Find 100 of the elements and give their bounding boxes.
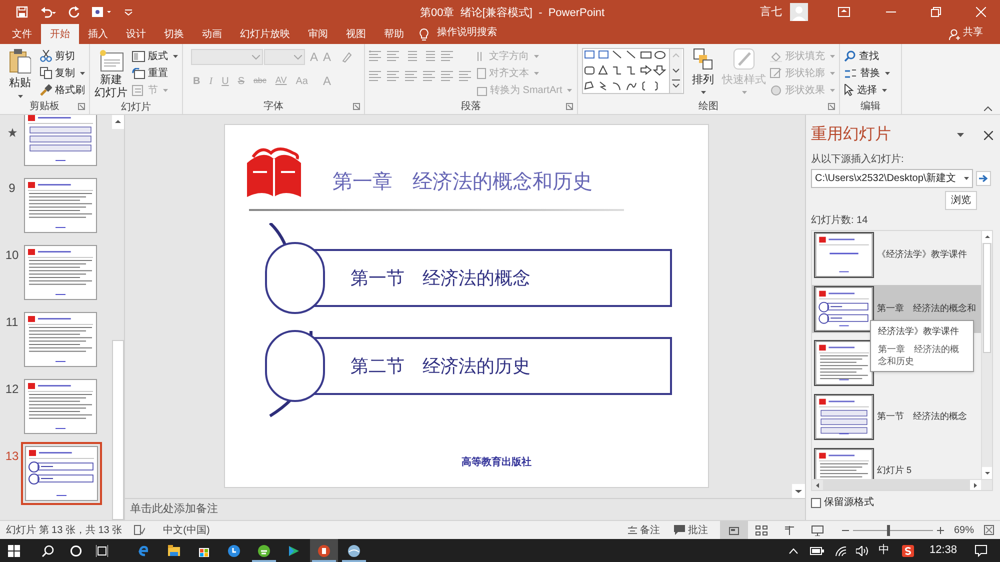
ribbon-tab[interactable]: 审阅 [299,24,337,44]
folder-icon [167,544,181,558]
arrange-button[interactable]: 排列 [688,48,718,94]
slide-thumbnail[interactable] [24,178,97,233]
new-slide-button[interactable]: 新建 幻灯片 [94,48,128,100]
slide-thumbnail[interactable] [24,245,97,300]
taskbar-app[interactable] [310,539,338,562]
scroll-right-icon[interactable] [970,480,981,490]
collapse-ribbon-icon[interactable] [984,106,992,111]
caret-icon [700,90,706,94]
group-label: 段落 [461,100,481,114]
pane-menu-icon[interactable] [957,133,964,137]
dialog-launcher-icon[interactable] [353,103,360,110]
caret-icon [534,72,539,74]
slide-thumbnail[interactable] [24,379,97,434]
zoom-level[interactable]: 69% [954,522,974,538]
ribbon-button[interactable]: 查找 [844,48,890,64]
reuse-slide-item[interactable]: 第一节 经济法的概念 [812,393,981,441]
search-icon[interactable] [42,544,54,556]
ribbon-button[interactable]: 替换 [844,65,890,81]
notes-button[interactable]: 备注 [640,522,660,538]
task-view-icon[interactable] [96,544,108,556]
cortana-circle-icon[interactable] [70,544,82,556]
source-combobox[interactable]: C:\Users\x2532\Desktop\新建文 [811,169,973,188]
ime-indicator[interactable]: 中 [878,542,890,559]
ribbon-button[interactable]: 复制 [40,65,85,81]
go-arrow-button[interactable] [976,171,991,186]
ribbon-button[interactable]: 剪切 [40,48,85,64]
scroll-down-icon[interactable] [792,484,805,498]
reuse-slide-item[interactable] [812,339,876,387]
windows-start-icon[interactable] [8,544,20,556]
undo-icon[interactable] [40,6,56,18]
dialog-launcher-icon[interactable] [828,103,835,110]
ribbon-button[interactable]: 选择 [844,82,890,98]
slide-thumbnail[interactable] [24,312,97,367]
redo-icon[interactable] [68,6,80,18]
wifi-icon[interactable] [835,546,848,556]
notes-icon[interactable] [628,526,637,534]
slide-number: 12 [5,381,19,398]
ribbon-tab[interactable]: 切换 [155,24,193,44]
ribbon-tab[interactable]: 插入 [79,24,117,44]
ribbon-button[interactable]: 格式刷 [40,82,85,98]
shape-gallery-drawing[interactable] [583,49,669,93]
scroll-up-icon[interactable] [112,115,124,129]
zoom-slider[interactable] [852,524,933,536]
slider-thumb[interactable] [886,524,890,536]
save-icon[interactable] [16,6,28,18]
share-button[interactable]: 共享 [963,25,983,40]
slide-icon[interactable] [92,6,112,18]
scrollbar-thumb[interactable] [823,480,970,490]
ribbon-tab[interactable]: 文件 [3,24,41,44]
ribbon-tab[interactable]: 开始 [41,24,79,44]
language-indicator[interactable]: 中文(中国) [163,522,210,538]
browse-button[interactable]: 浏览 [945,191,977,210]
ribbon-button[interactable]: 重置 [132,65,178,81]
slide-thumbnail[interactable] [24,115,97,166]
ribbon-tab[interactable]: 帮助 [375,24,413,44]
checkbox-label[interactable]: 保留源格式 [824,495,874,510]
slide-footer: 高等教育出版社 [462,455,532,470]
tray-chevron-icon[interactable] [789,548,798,554]
scrollbar-thumb[interactable] [112,340,124,520]
comments-button[interactable]: 批注 [688,522,708,538]
clock-time[interactable]: 12:38 [929,542,957,559]
close-icon[interactable] [984,130,993,140]
share-person-icon[interactable] [949,29,960,40]
user-name[interactable]: 言七 [760,4,782,20]
source-label: 从以下源插入幻灯片: [811,152,905,167]
ribbon-tab[interactable]: 设计 [117,24,155,44]
battery-icon[interactable] [810,546,824,555]
comment-icon[interactable] [674,525,685,535]
volume-icon[interactable] [856,546,868,556]
dialog-launcher-icon[interactable] [78,103,85,110]
paste-button[interactable]: 粘贴 [4,48,36,98]
fit-to-window-icon[interactable] [984,525,994,535]
zoom-in-icon[interactable] [936,526,944,534]
checkbox[interactable] [811,498,821,508]
ribbon-tab[interactable]: 幻灯片放映 [231,24,299,44]
slide-thumbnail[interactable] [21,442,102,505]
spellcheck-icon[interactable] [134,525,146,535]
dialog-launcher-icon[interactable] [566,103,573,110]
ribbon-tab[interactable]: 动画 [193,24,231,44]
search-field[interactable]: 操作说明搜索 [437,25,497,40]
ribbon-button[interactable]: 版式 [132,48,178,64]
reset-icon [132,68,145,78]
restore-icon[interactable] [931,7,941,17]
notes-field[interactable]: 单击此处添加备注 [130,501,218,518]
reuse-slide-item[interactable]: 《经济法学》教学课件 [812,231,981,279]
paintbrush-icon [40,84,52,96]
clipboard-icon [9,48,31,74]
search-icon [844,50,856,62]
customize-caret-icon[interactable] [124,8,133,16]
ribbon-tab[interactable]: 视图 [337,24,375,44]
slide-sorter-icon [755,524,768,536]
ribbon-display-icon[interactable] [838,7,850,17]
group-label: 剪贴板 [30,100,60,114]
input-method-icon[interactable] [902,544,914,556]
scroll-up-icon[interactable] [982,231,992,243]
view-button[interactable] [720,520,748,540]
notification-icon[interactable] [975,544,987,556]
scroll-down-icon[interactable] [982,467,992,479]
